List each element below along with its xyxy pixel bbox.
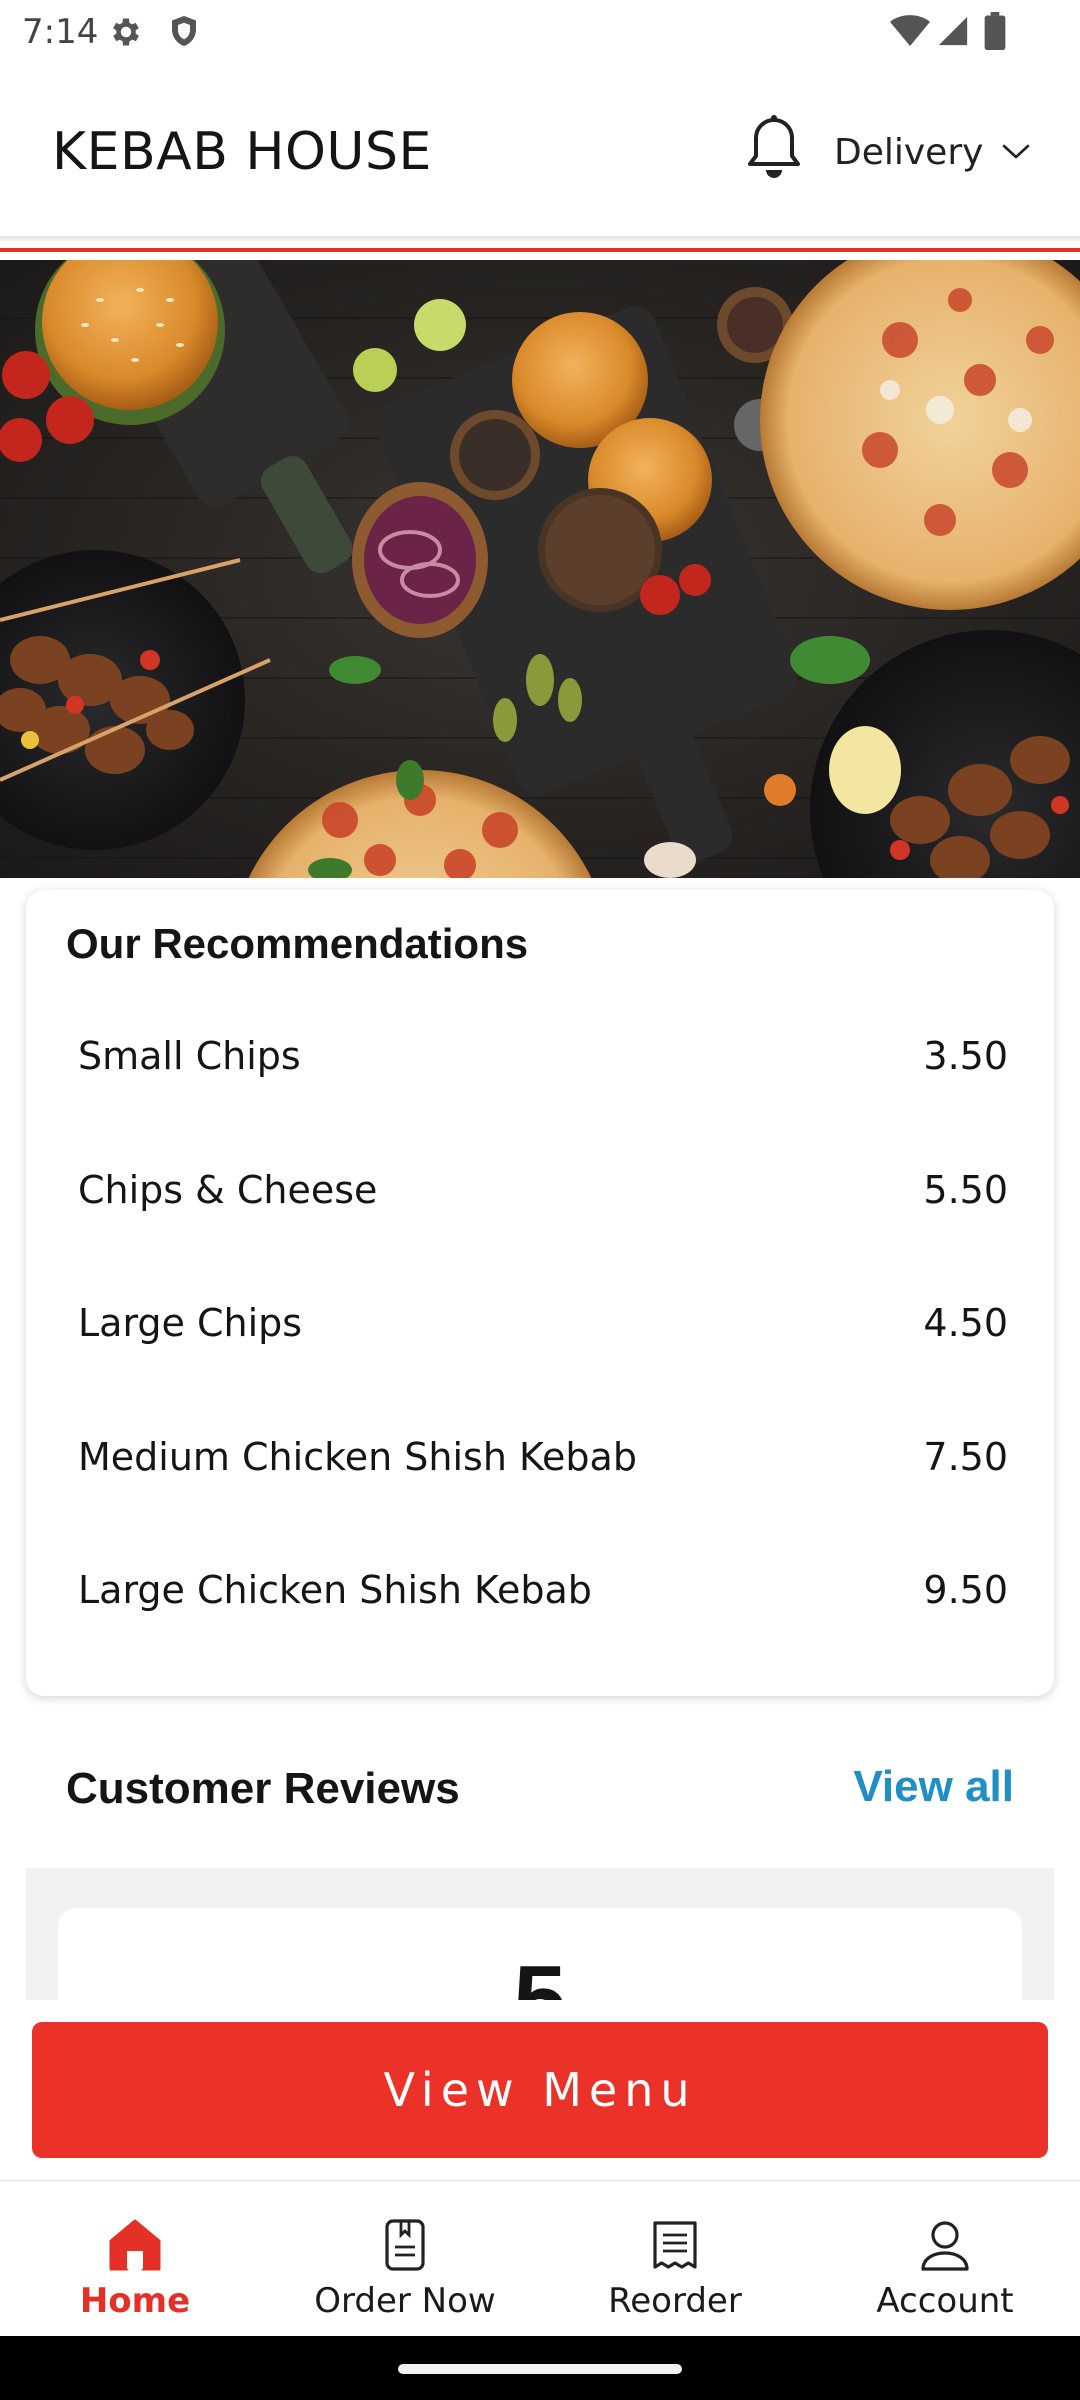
recommendation-item[interactable]: Large Chicken Shish Kebab 9.50	[78, 1560, 1008, 1620]
reviews-title: Customer Reviews	[66, 1764, 460, 1813]
item-price: 5.50	[923, 1168, 1008, 1212]
order-type-label: Delivery	[834, 131, 984, 173]
accent-divider	[0, 248, 1080, 252]
hero-banner-image	[0, 260, 1080, 878]
status-bar: 7:14	[0, 0, 1080, 62]
item-price: 4.50	[923, 1301, 1008, 1345]
nav-home[interactable]: Home	[0, 2181, 270, 2337]
item-name: Medium Chicken Shish Kebab	[78, 1435, 637, 1479]
home-icon	[109, 2219, 161, 2271]
user-icon	[921, 2221, 969, 2271]
review-summary-card: 5	[58, 1908, 1022, 2002]
nav-account-label: Account	[876, 2281, 1014, 2321]
bell-icon[interactable]	[742, 114, 806, 186]
nav-reorder-label: Reorder	[608, 2281, 742, 2321]
receipt-icon	[653, 2221, 697, 2269]
shield-icon	[172, 16, 196, 46]
recommendation-item[interactable]: Medium Chicken Shish Kebab 7.50	[78, 1427, 1008, 1487]
signal-icon	[938, 16, 968, 46]
customer-reviews-card: Customer Reviews View all 5	[26, 1712, 1054, 2002]
recommendations-title: Our Recommendations	[66, 920, 529, 967]
item-name: Small Chips	[78, 1034, 301, 1078]
app-title: KEBAB HOUSE	[52, 122, 432, 182]
item-name: Large Chicken Shish Kebab	[78, 1568, 592, 1612]
view-all-reviews-link[interactable]: View all	[853, 1762, 1014, 1812]
recommendation-item[interactable]: Large Chips 4.50	[78, 1293, 1008, 1353]
recommendation-item[interactable]: Chips & Cheese 5.50	[78, 1160, 1008, 1220]
nav-reorder[interactable]: Reorder	[540, 2181, 810, 2337]
wifi-icon	[890, 15, 930, 46]
chevron-down-icon	[1003, 144, 1030, 159]
item-name: Large Chips	[78, 1301, 303, 1345]
order-type-selector[interactable]: Delivery	[834, 124, 1054, 180]
order-icon	[385, 2219, 425, 2271]
battery-icon	[984, 12, 1006, 50]
bottom-navigation: Home Order Now Reorder Account	[0, 2180, 1080, 2336]
app-header: KEBAB HOUSE Delivery	[0, 62, 1080, 238]
status-time: 7:14	[22, 12, 99, 52]
recommendations-card: Our Recommendations Small Chips 3.50 Chi…	[26, 890, 1054, 1696]
system-gesture-bar	[0, 2336, 1080, 2400]
item-name: Chips & Cheese	[78, 1168, 378, 1212]
nav-order-now-label: Order Now	[314, 2281, 496, 2321]
rating-value: 5	[513, 1946, 567, 2003]
view-menu-bar: View Menu	[0, 2000, 1080, 2180]
item-price: 9.50	[923, 1568, 1008, 1612]
view-menu-button[interactable]: View Menu	[32, 2022, 1048, 2158]
home-gesture-handle[interactable]	[398, 2364, 682, 2374]
nav-home-label: Home	[79, 2281, 191, 2321]
recommendation-item[interactable]: Small Chips 3.50	[78, 1026, 1008, 1086]
reviews-header: Customer Reviews View all	[26, 1712, 1054, 1868]
nav-order-now[interactable]: Order Now	[270, 2181, 540, 2337]
header-divider	[0, 236, 1080, 242]
item-price: 7.50	[923, 1435, 1008, 1479]
nav-account[interactable]: Account	[810, 2181, 1080, 2337]
gear-icon	[113, 18, 139, 46]
item-price: 3.50	[923, 1034, 1008, 1078]
